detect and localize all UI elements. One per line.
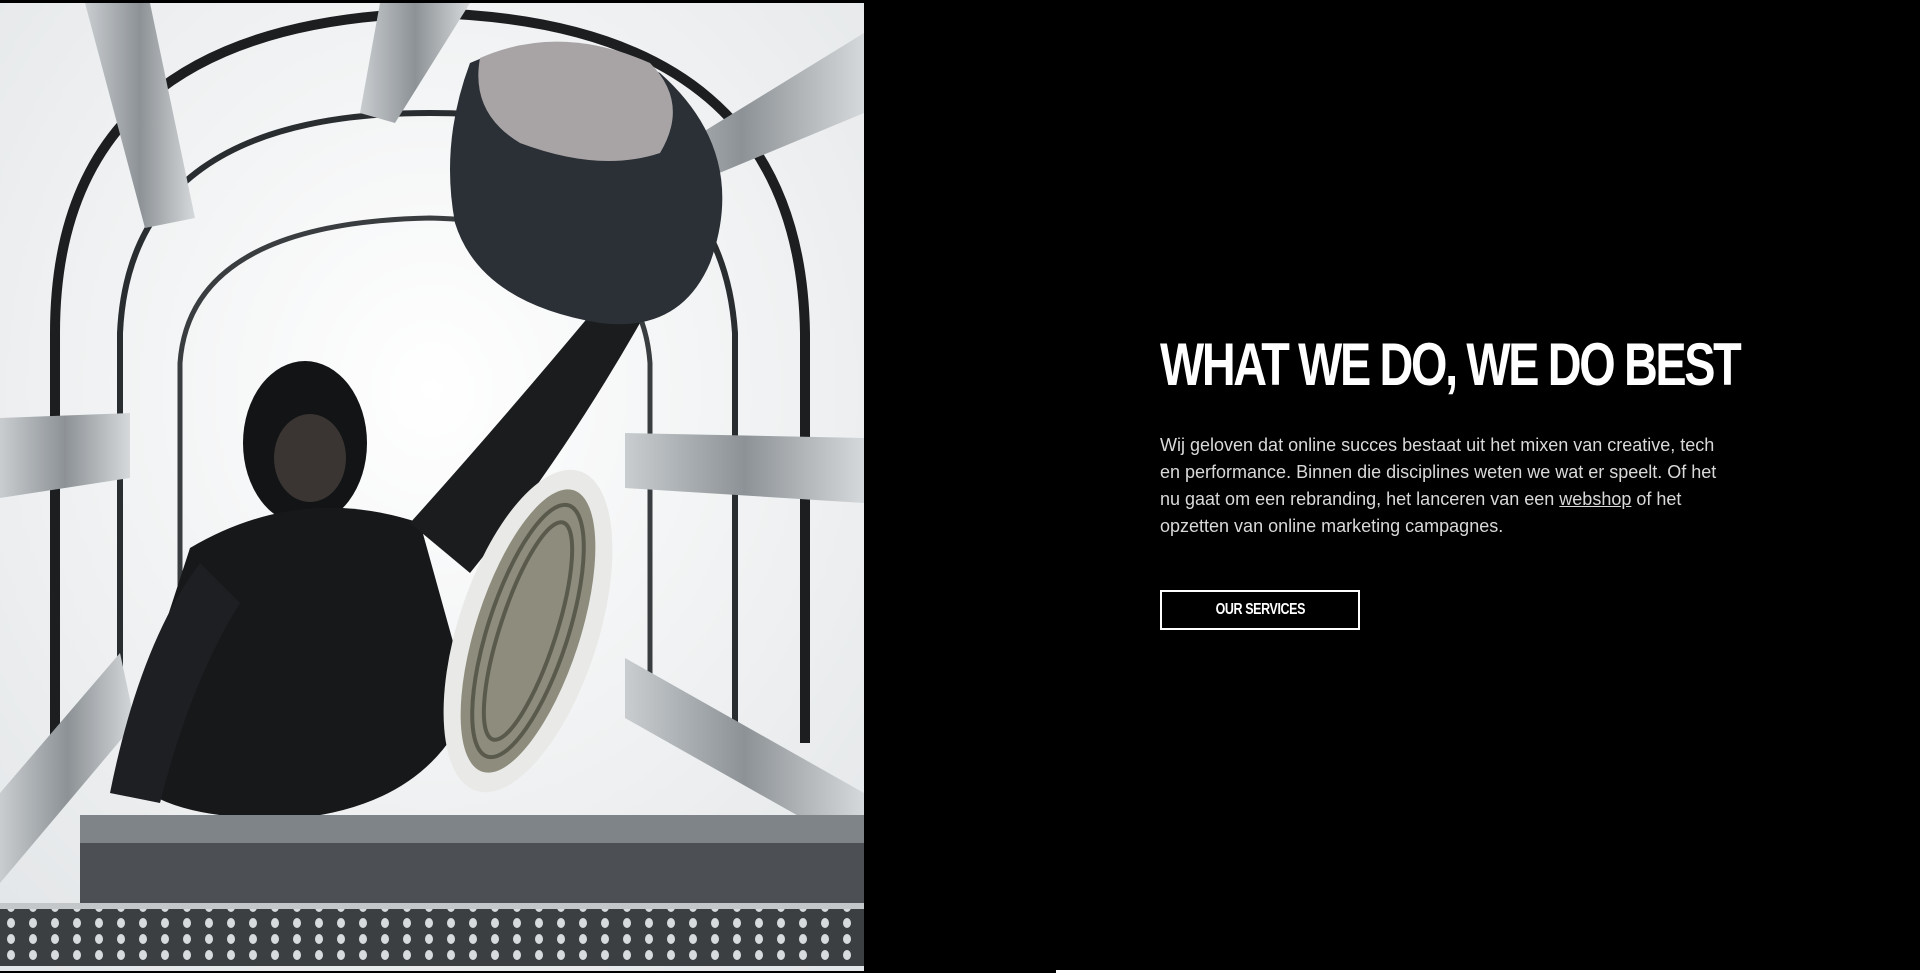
section-heading: WHAT WE DO, WE DO BEST: [1160, 331, 1742, 398]
intro-paragraph: Wij geloven dat online succes bestaat ui…: [1160, 432, 1720, 540]
hero-photo: [0, 3, 864, 971]
our-services-button-label: OUR SERVICES: [1215, 601, 1305, 618]
services-intro: WHAT WE DO, WE DO BEST Wij geloven dat o…: [1160, 330, 1742, 540]
our-services-button[interactable]: OUR SERVICES: [1160, 590, 1360, 630]
webshop-link[interactable]: webshop: [1559, 489, 1631, 509]
services-hero: WHAT WE DO, WE DO BEST Wij geloven dat o…: [0, 0, 1920, 973]
